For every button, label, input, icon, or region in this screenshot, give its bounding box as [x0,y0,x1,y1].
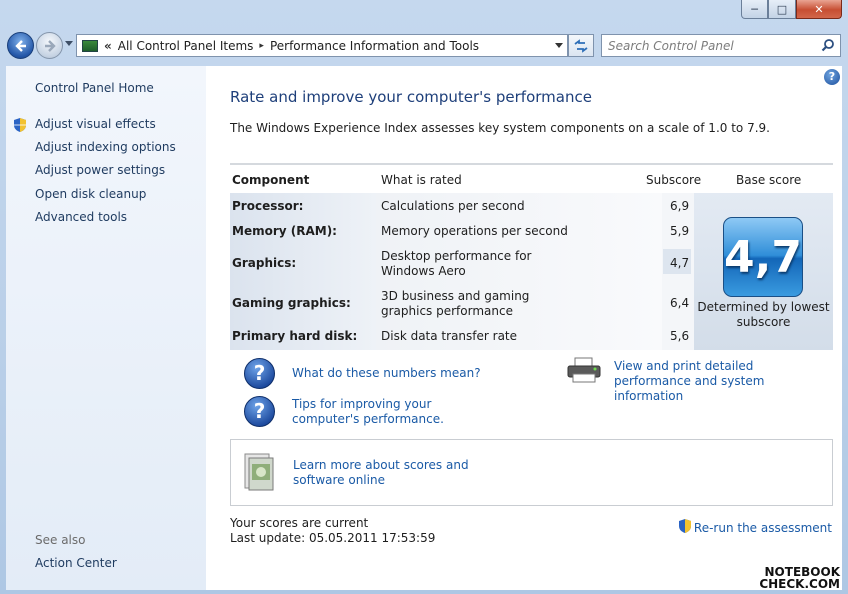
sidebar-item-label[interactable]: Advanced tools [35,210,127,224]
row-subscore: 6,9 [670,199,690,213]
base-score-badge[interactable]: 4,7 [723,217,803,297]
rerun-assessment-link[interactable]: Re-run the assessment [678,516,832,535]
forward-button[interactable] [36,32,63,59]
table-header: Component What is rated Subscore Base sc… [230,163,833,193]
last-update-text: Last update: 05.05.2011 17:53:59 [230,531,436,545]
base-score-panel: 4,7 Determined by lowest subscore [694,193,833,350]
printer-icon [567,357,601,383]
help-icon[interactable]: ? [824,69,840,85]
header-component: Component [232,173,310,187]
rerun-label[interactable]: Re-run the assessment [694,521,832,535]
sidebar-item-label[interactable]: Adjust power settings [35,163,165,177]
header-subscore: Subscore [646,173,702,187]
sidebar-control-panel-home[interactable]: Control Panel Home [35,81,154,95]
software-box-icon [244,453,274,491]
minimize-button[interactable]: ─ [741,0,768,19]
help-links: ? What do these numbers mean? ? Tips for… [230,356,833,436]
watermark-line-2: CHECK.COM [759,577,840,591]
row-what: 3D business and gaming graphics performa… [381,289,530,318]
sidebar-item-label[interactable]: Open disk cleanup [35,187,146,201]
breadcrumb-separator[interactable]: ▸ [259,41,264,51]
score-table: Component What is rated Subscore Base sc… [230,163,833,350]
sidebar-item-adjust-indexing-options[interactable]: Adjust indexing options [35,140,176,163]
sidebar-item-open-disk-cleanup[interactable]: Open disk cleanup [35,187,176,210]
sidebar-item-label[interactable]: Adjust visual effects [35,117,156,131]
row-what: Desktop performance for Windows Aero [381,249,532,278]
what-numbers-mean-link[interactable]: What do these numbers mean? [292,366,481,381]
learn-more-link[interactable]: Learn more about scores and software onl… [293,458,508,488]
header-base-score: Base score [736,173,802,187]
table-body: Processor: Calculations per second 6,9 M… [230,193,833,350]
refresh-icon [574,38,588,53]
tips-link[interactable]: Tips for improving your computer's perfo… [292,397,502,427]
sidebar: Control Panel Home Adjust visual effects… [6,66,206,590]
sidebar-item-label[interactable]: Adjust indexing options [35,140,176,154]
sidebar-item-adjust-power-settings[interactable]: Adjust power settings [35,163,176,186]
refresh-button[interactable] [568,34,594,57]
recent-pages-dropdown[interactable] [65,41,73,46]
search-placeholder[interactable]: Search Control Panel [608,39,734,53]
search-box[interactable]: Search Control Panel [601,34,841,57]
question-icon: ? [244,358,275,389]
back-arrow-icon [14,39,26,52]
control-panel-icon [82,39,98,52]
scores-current-text: Your scores are current [230,516,369,530]
shield-icon [678,519,691,533]
breadcrumb-performance-tools[interactable]: Performance Information and Tools [270,39,479,53]
row-subscore: 5,9 [670,224,690,238]
maximize-button[interactable]: □ [768,0,796,19]
row-subscore: 6,4 [670,296,690,310]
learn-more-box: Learn more about scores and software onl… [230,439,833,506]
question-icon: ? [244,396,275,427]
caption-buttons: ─ □ ✕ [741,0,842,20]
row-what: Memory operations per second [381,224,568,238]
score-status: Your scores are current Last update: 05.… [230,516,435,546]
sidebar-item-action-center[interactable]: Action Center [35,556,117,570]
navigation-toolbar: « All Control Panel Items ▸ Performance … [0,28,848,62]
watermark: NOTEBOOK CHECK.COM [759,566,840,590]
address-dropdown-icon[interactable] [555,43,563,48]
shield-icon [14,118,26,132]
row-subscore: 5,6 [670,329,690,343]
address-bar[interactable]: « All Control Panel Items ▸ Performance … [76,34,568,57]
row-component: Gaming graphics: [232,296,351,310]
breadcrumb-all-control-panel-items[interactable]: All Control Panel Items [118,39,254,53]
forward-arrow-icon [44,39,56,52]
window: ─ □ ✕ « All Control Panel Items ▸ Perfor… [0,0,848,594]
row-what: Disk data transfer rate [381,329,518,343]
search-icon[interactable] [821,38,835,52]
row-component: Processor: [232,199,304,213]
base-score-caption: Determined by lowest subscore [697,300,830,329]
page-title: Rate and improve your computer's perform… [230,88,592,106]
sidebar-item-adjust-visual-effects[interactable]: Adjust visual effects [14,117,176,140]
row-subscore: 4,7 [670,256,690,270]
row-what: Calculations per second [381,199,525,213]
breadcrumb-overflow[interactable]: « [104,39,112,53]
row-component: Primary hard disk: [232,329,358,343]
page-description: The Windows Experience Index assesses ke… [230,121,770,135]
main-content: ? Rate and improve your computer's perfo… [206,66,842,590]
header-what-is-rated: What is rated [381,173,462,187]
row-component: Memory (RAM): [232,224,337,238]
component-column-bg [230,193,376,350]
view-print-details-link[interactable]: View and print detailed performance and … [614,359,834,404]
see-also-heading: See also [35,533,86,547]
sidebar-item-advanced-tools[interactable]: Advanced tools [35,210,176,233]
row-component: Graphics: [232,256,297,270]
back-button[interactable] [7,32,34,59]
sidebar-task-list: Adjust visual effects Adjust indexing op… [14,117,176,233]
close-button[interactable]: ✕ [796,0,842,19]
